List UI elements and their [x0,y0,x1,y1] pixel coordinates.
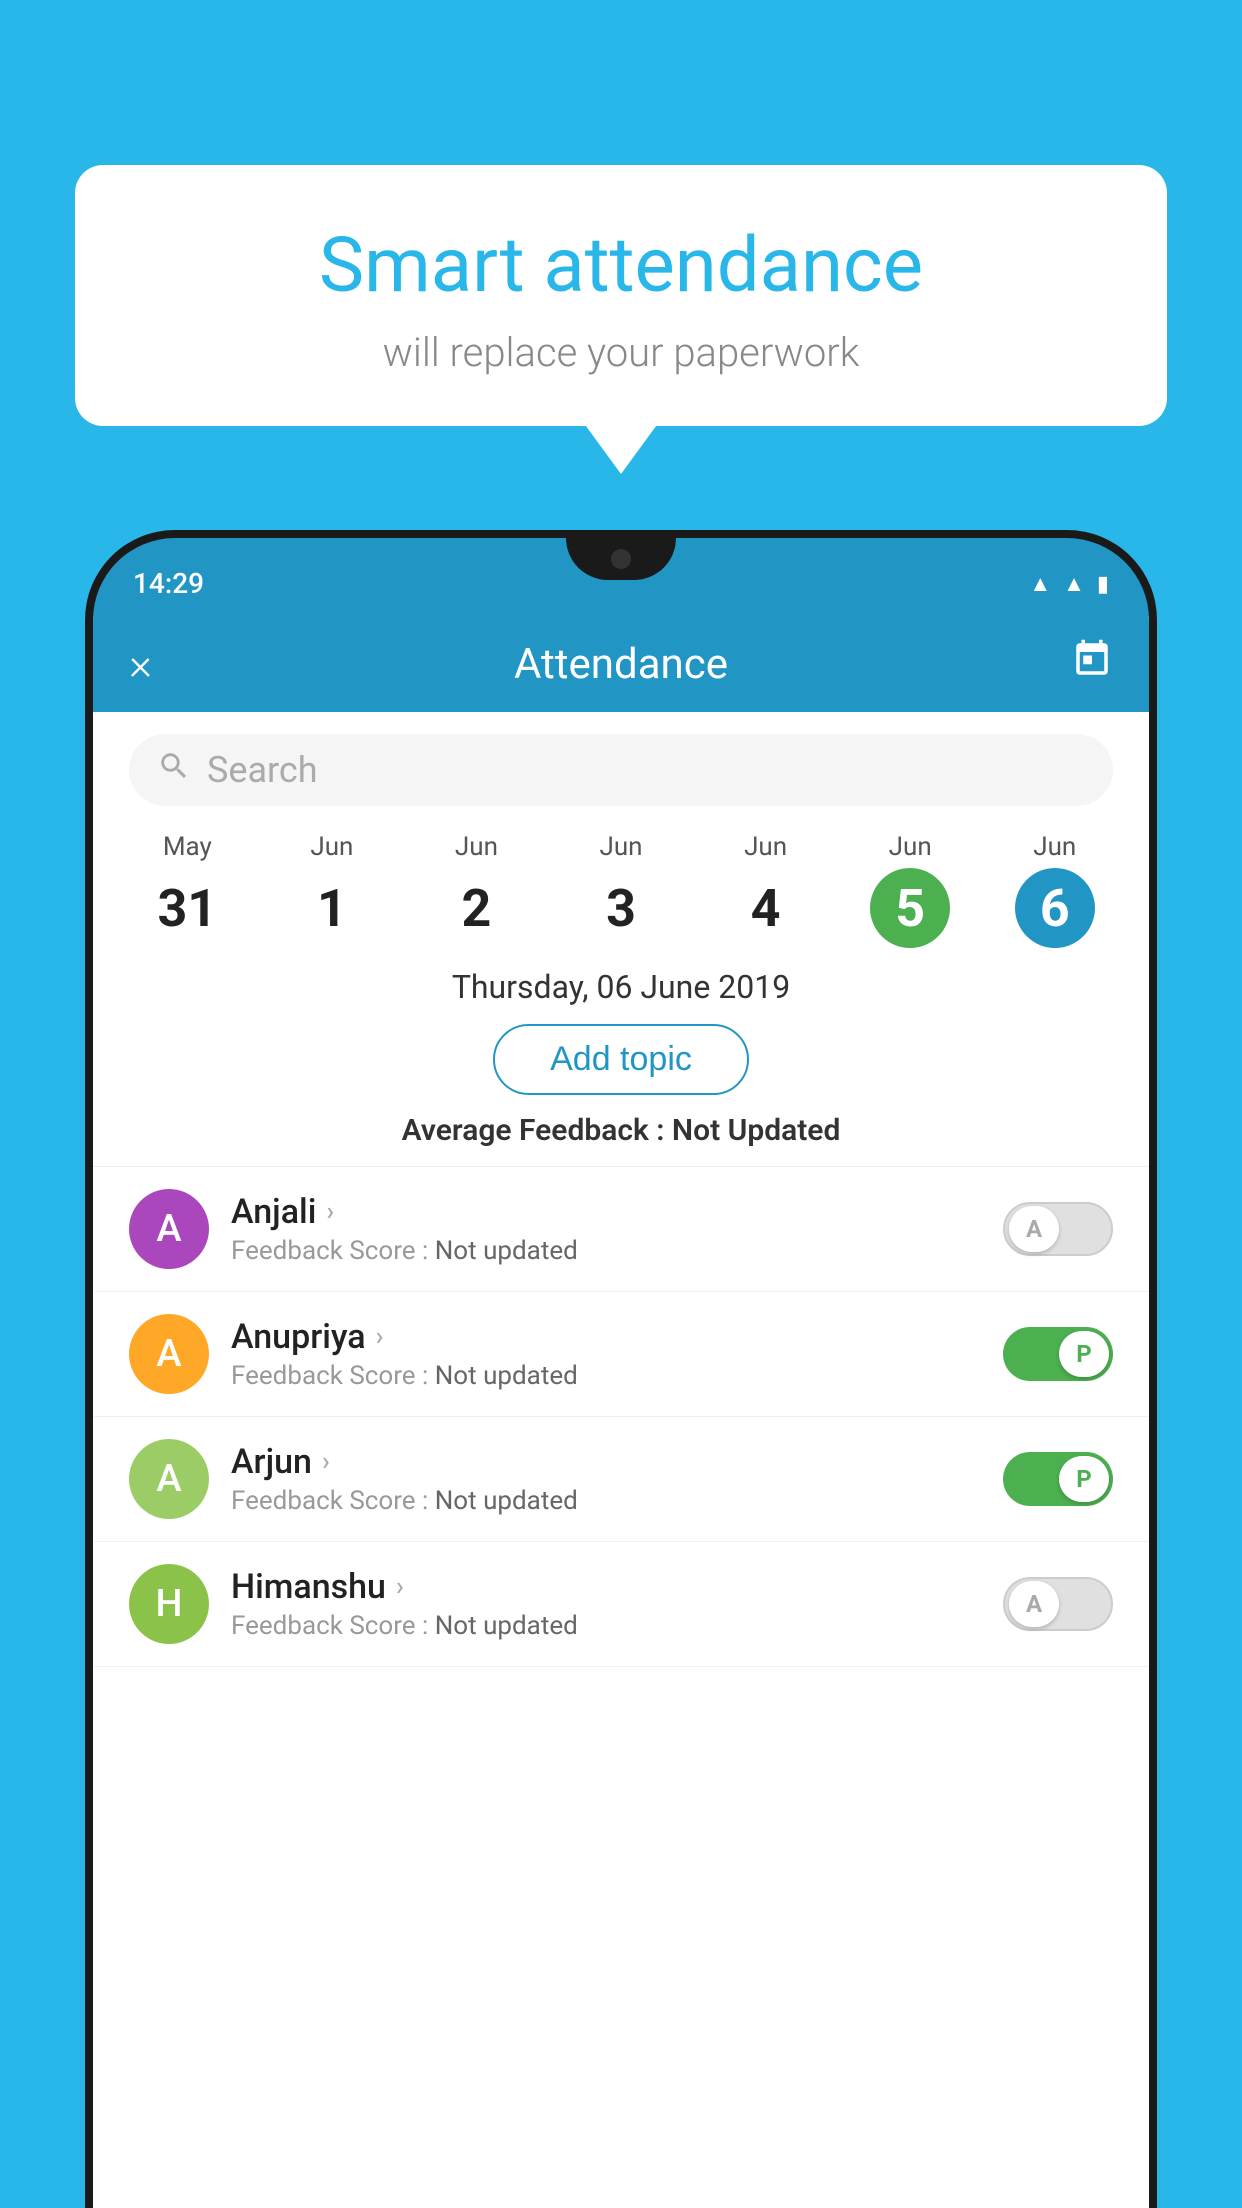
date-day-number[interactable]: 2 [436,868,516,948]
student-list: AAnjali ›Feedback Score : Not updatedAAA… [93,1167,1149,1667]
date-item[interactable]: Jun 4 [693,824,838,956]
attendance-toggle[interactable]: A [1003,1202,1113,1256]
chevron-right-icon: › [326,1197,334,1227]
student-avatar: A [129,1314,209,1394]
toggle-knob: P [1059,1331,1109,1377]
date-month-label: May [163,832,212,862]
date-month-label: Jun [310,832,353,862]
date-day-number[interactable]: 3 [581,868,661,948]
app-tagline-subtitle: will replace your paperwork [135,329,1107,376]
student-info: Arjun › Feedback Score : Not updated [231,1442,981,1516]
search-bar[interactable]: Search [129,734,1113,806]
notch [566,538,676,580]
add-topic-button[interactable]: Add topic [493,1024,749,1095]
close-button[interactable]: × [129,638,152,690]
search-placeholder: Search [207,749,318,791]
avg-feedback-value: Not Updated [672,1113,840,1148]
chevron-right-icon: › [322,1447,330,1477]
app-tagline-title: Smart attendance [135,220,1107,311]
front-camera [611,549,631,569]
search-icon [157,749,191,792]
date-day-number[interactable]: 6 [1015,868,1095,948]
chevron-right-icon: › [396,1572,404,1602]
student-feedback: Feedback Score : Not updated [231,1361,981,1391]
student-feedback: Feedback Score : Not updated [231,1611,981,1641]
app-header: × Attendance [93,616,1149,712]
student-info: Anupriya › Feedback Score : Not updated [231,1317,981,1391]
student-item[interactable]: H Himanshu › Feedback Score : Not updated A [93,1542,1149,1667]
selected-date-label: Thursday, 06 June 2019 [93,968,1149,1006]
student-info: Anjali › Feedback Score : Not updated [231,1192,981,1266]
date-item[interactable]: Jun 6 [982,824,1127,956]
phone-screen: 14:29 × Attendance [93,538,1149,2208]
toggle-knob: A [1009,1206,1059,1252]
phone-frame: 14:29 × Attendance [85,530,1157,2208]
avg-feedback-label: Average Feedback : [402,1113,672,1148]
date-month-label: Jun [455,832,498,862]
student-name: Anupriya › [231,1317,981,1357]
student-item[interactable]: A Arjun › Feedback Score : Not updated P [93,1417,1149,1542]
date-picker[interactable]: May 31 Jun 1 Jun 2 Jun 3 Jun 4 Jun 5 Jun 6 [93,824,1149,956]
date-month-label: Jun [744,832,787,862]
date-month-label: Jun [1033,832,1076,862]
status-icons [1029,569,1109,597]
student-avatar: A [129,1439,209,1519]
date-item[interactable]: Jun 3 [549,824,694,956]
calendar-icon[interactable] [1071,638,1113,690]
page-title: Attendance [514,640,728,689]
student-feedback: Feedback Score : Not updated [231,1486,981,1516]
chevron-right-icon: › [376,1322,384,1352]
average-feedback: Average Feedback : Not Updated [93,1113,1149,1148]
student-info: Himanshu › Feedback Score : Not updated [231,1567,981,1641]
battery-icon [1097,569,1109,597]
date-item[interactable]: May 31 [115,824,260,956]
date-month-label: Jun [889,832,932,862]
status-time: 14:29 [133,567,204,600]
student-avatar: H [129,1564,209,1644]
student-feedback: Feedback Score : Not updated [231,1236,981,1266]
date-item[interactable]: Jun 2 [404,824,549,956]
date-day-number[interactable]: 5 [870,868,950,948]
attendance-toggle[interactable]: P [1003,1452,1113,1506]
date-item[interactable]: Jun 5 [838,824,983,956]
date-item[interactable]: Jun 1 [260,824,405,956]
speech-bubble: Smart attendance will replace your paper… [75,165,1167,426]
student-item[interactable]: A Anjali › Feedback Score : Not updated A [93,1167,1149,1292]
attendance-toggle[interactable]: P [1003,1327,1113,1381]
date-day-number[interactable]: 31 [147,868,227,948]
student-name: Anjali › [231,1192,981,1232]
wifi-icon [1029,569,1051,597]
toggle-knob: A [1009,1581,1059,1627]
date-month-label: Jun [600,832,643,862]
student-name: Himanshu › [231,1567,981,1607]
student-avatar: A [129,1189,209,1269]
date-day-number[interactable]: 4 [726,868,806,948]
toggle-knob: P [1059,1456,1109,1502]
attendance-toggle[interactable]: A [1003,1577,1113,1631]
date-day-number[interactable]: 1 [292,868,372,948]
app-screen: × Attendance Search May31Jun [93,616,1149,2208]
status-bar: 14:29 [93,538,1149,616]
student-name: Arjun › [231,1442,981,1482]
signal-icon [1063,569,1085,597]
student-item[interactable]: A Anupriya › Feedback Score : Not updated P [93,1292,1149,1417]
